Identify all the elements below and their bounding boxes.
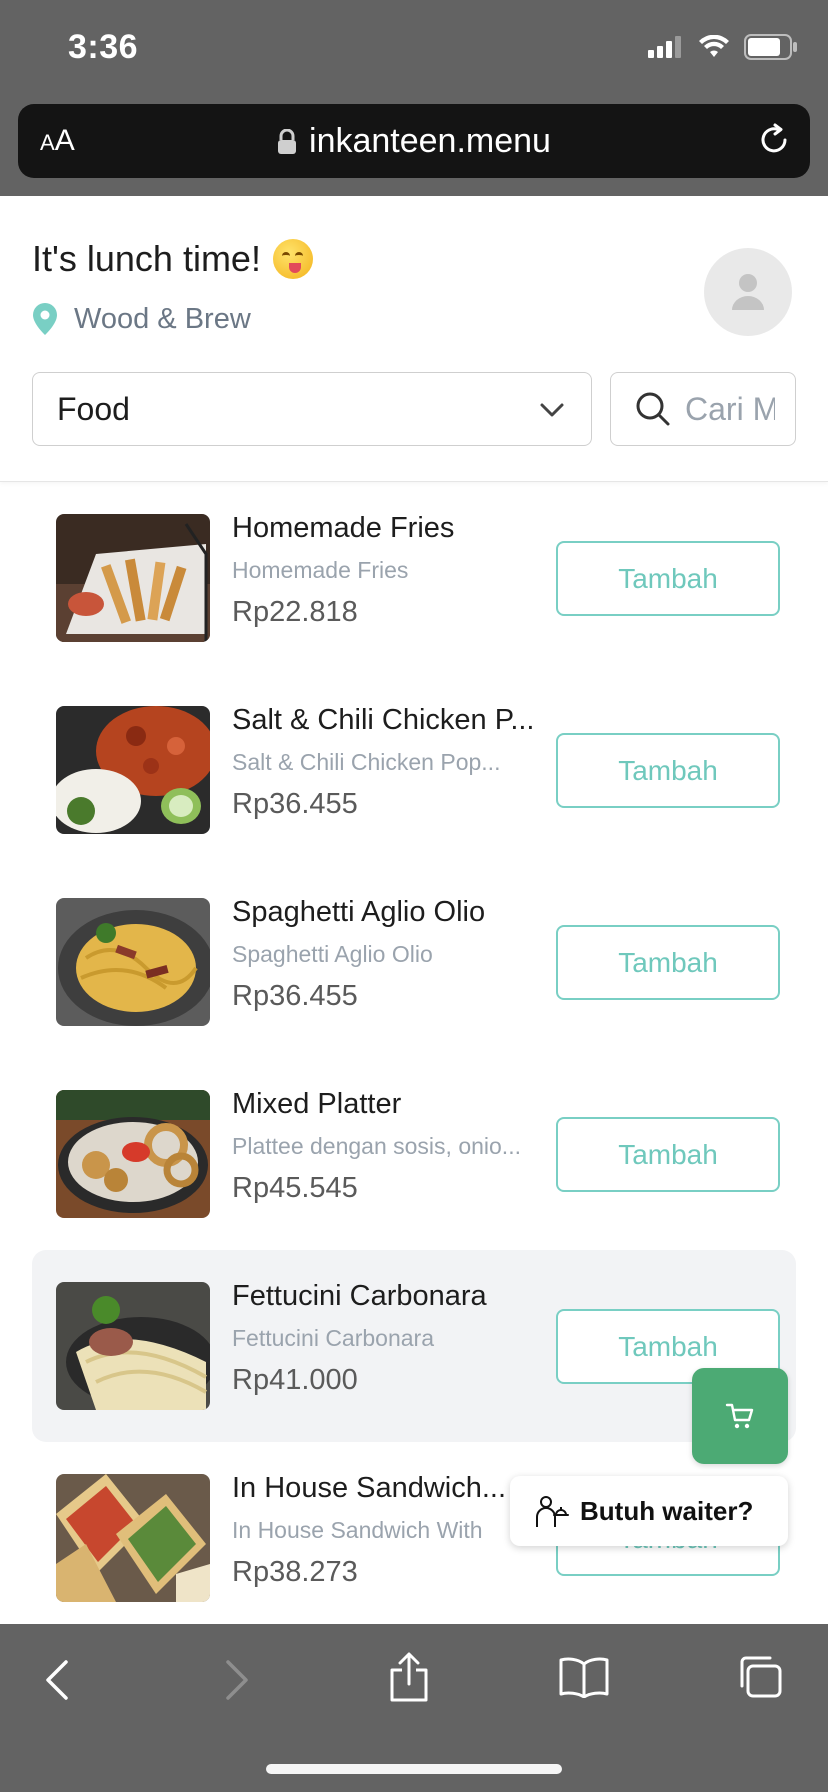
item-description: Fettucini Carbonara xyxy=(232,1325,434,1351)
item-text: Homemade Fries Homemade Fries Rp22.818 xyxy=(232,512,542,629)
menu-item[interactable]: Homemade Fries Homemade Fries Rp22.818 T… xyxy=(32,482,796,674)
item-text: Spaghetti Aglio Olio Spaghetti Aglio Oli… xyxy=(232,896,542,1013)
item-name: Mixed Platter xyxy=(232,1088,402,1120)
greeting: It's lunch time! xyxy=(32,238,313,280)
lock-icon xyxy=(278,128,297,154)
menu-item[interactable]: Fettucini Carbonara Fettucini Carbonara … xyxy=(32,1250,796,1442)
battery-icon xyxy=(744,34,797,60)
item-text: Salt & Chili Chicken P... Salt & Chili C… xyxy=(232,704,542,821)
yum-emoji-icon xyxy=(272,239,313,279)
menu-item[interactable]: Spaghetti Aglio Olio Spaghetti Aglio Oli… xyxy=(32,866,796,1058)
item-name: Fettucini Carbonara xyxy=(232,1280,487,1312)
signal-icon xyxy=(648,36,681,58)
url-bar[interactable]: AA inkanteen.menu xyxy=(18,104,810,178)
greeting-text: It's lunch time! xyxy=(32,238,261,279)
forward-icon[interactable] xyxy=(222,1658,252,1702)
cart-button[interactable] xyxy=(692,1368,788,1464)
url-display[interactable]: inkanteen.menu xyxy=(18,122,810,161)
item-name: Spaghetti Aglio Olio xyxy=(232,896,486,928)
item-description: Spaghetti Aglio Olio xyxy=(232,941,433,967)
status-time: 3:36 xyxy=(68,28,139,66)
food-image xyxy=(56,514,210,642)
status-icons xyxy=(648,34,798,60)
item-description: In House Sandwich With xyxy=(232,1517,483,1543)
search-input[interactable] xyxy=(685,390,775,428)
reload-icon[interactable] xyxy=(756,122,792,158)
item-price: Rp36.455 xyxy=(232,788,358,820)
location-name: Wood & Brew xyxy=(74,302,251,335)
item-price: Rp41.000 xyxy=(232,1364,358,1396)
add-button[interactable]: Tambah xyxy=(556,925,780,1000)
home-indicator[interactable] xyxy=(266,1764,562,1774)
item-text: In House Sandwich... In House Sandwich W… xyxy=(232,1472,542,1589)
item-description: Salt & Chili Chicken Pop... xyxy=(232,749,501,775)
user-icon xyxy=(732,274,764,310)
item-description: Homemade Fries xyxy=(232,557,409,583)
item-price: Rp38.273 xyxy=(232,1556,358,1588)
menu-item[interactable]: Mixed Platter Plattee dengan sosis, onio… xyxy=(32,1058,796,1250)
page-header: It's lunch time! Wood & Brew Food xyxy=(0,196,828,482)
wifi-icon xyxy=(699,35,729,57)
item-name: In House Sandwich... xyxy=(232,1472,507,1504)
share-icon[interactable] xyxy=(386,1652,432,1704)
location: Wood & Brew xyxy=(32,302,251,336)
cart-icon xyxy=(725,1403,754,1429)
food-image xyxy=(56,706,210,834)
food-image xyxy=(56,1474,210,1602)
food-image xyxy=(56,1090,210,1218)
item-name: Homemade Fries xyxy=(232,512,455,544)
call-waiter-label: Butuh waiter? xyxy=(580,1495,754,1526)
avatar[interactable] xyxy=(704,248,792,336)
call-waiter-button[interactable]: Butuh waiter? xyxy=(510,1476,788,1546)
item-price: Rp36.455 xyxy=(232,980,358,1012)
food-image xyxy=(56,898,210,1026)
food-image xyxy=(56,1282,210,1410)
browser-chrome: AA inkanteen.menu xyxy=(0,96,828,196)
tabs-icon[interactable] xyxy=(736,1654,784,1700)
waiter-icon xyxy=(536,1496,569,1527)
web-page: It's lunch time! Wood & Brew Food Cari M… xyxy=(0,196,828,1624)
menu-item[interactable]: Salt & Chili Chicken P... Salt & Chili C… xyxy=(32,674,796,866)
search-icon xyxy=(636,392,670,426)
item-price: Rp45.545 xyxy=(232,1172,358,1204)
category-dropdown[interactable]: Food xyxy=(32,372,592,446)
category-selected: Food xyxy=(57,390,130,427)
status-bar: 3:36 xyxy=(0,0,828,96)
url-text: inkanteen.menu xyxy=(309,122,551,160)
item-text: Fettucini Carbonara Fettucini Carbonara … xyxy=(232,1280,542,1397)
browser-toolbar xyxy=(0,1624,828,1792)
search-box[interactable] xyxy=(610,372,796,446)
back-icon[interactable] xyxy=(42,1658,72,1702)
item-name: Salt & Chili Chicken P... xyxy=(232,704,535,736)
item-price: Rp22.818 xyxy=(232,596,358,628)
add-button[interactable]: Tambah xyxy=(556,541,780,616)
add-button[interactable]: Tambah xyxy=(556,733,780,808)
location-pin-icon xyxy=(33,303,57,335)
item-text: Mixed Platter Plattee dengan sosis, onio… xyxy=(232,1088,542,1205)
bookmarks-icon[interactable] xyxy=(558,1656,610,1698)
item-description: Plattee dengan sosis, onio... xyxy=(232,1133,521,1159)
chevron-down-icon xyxy=(540,403,564,417)
add-button[interactable]: Tambah xyxy=(556,1117,780,1192)
